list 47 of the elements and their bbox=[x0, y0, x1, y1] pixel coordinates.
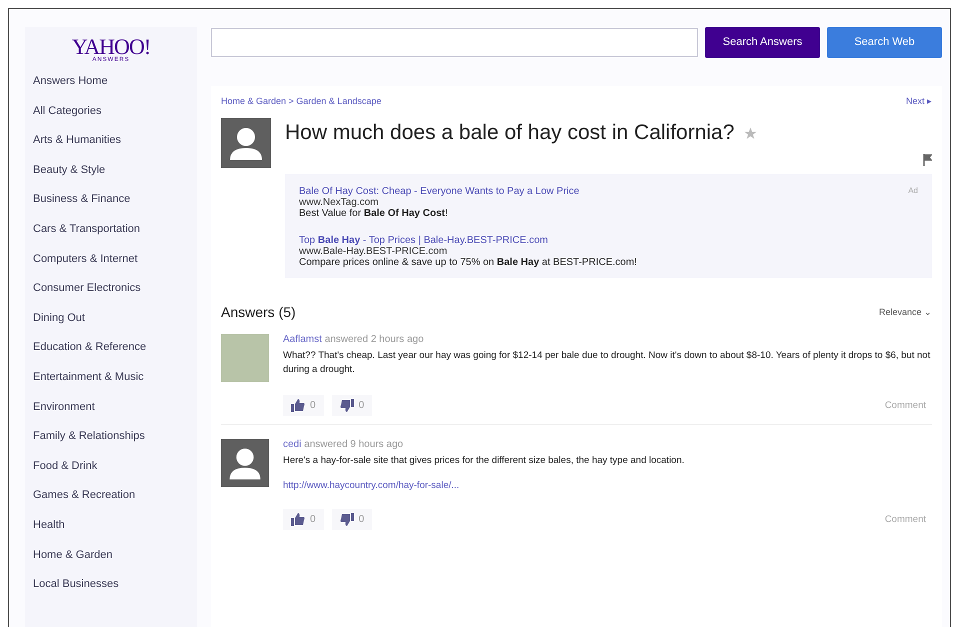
category-link[interactable]: Cars & Transportation bbox=[25, 218, 197, 249]
ad-description: Best Value for Bale Of Hay Cost! bbox=[299, 208, 449, 219]
breadcrumb-link[interactable]: Home & Garden > Garden & Landscape bbox=[221, 96, 382, 106]
answers-heading: Answers (5) bbox=[221, 304, 296, 320]
category-link[interactable]: Answers Home bbox=[25, 71, 197, 101]
category-link[interactable]: Family & Relationships bbox=[25, 426, 197, 456]
question-title: How much does a bale of hay cost in California? bbox=[285, 121, 734, 144]
sort-dropdown[interactable]: Relevance ⌄ bbox=[878, 307, 932, 317]
category-link[interactable]: All Categories bbox=[25, 100, 197, 130]
search-button[interactable]: Search Answers bbox=[705, 26, 820, 58]
ad-title-link[interactable]: Bale Of Hay Cost: Cheap - Everyone Wants to Pay a Low Price bbox=[299, 186, 637, 197]
answer-meta: cedi answered 9 hours ago bbox=[283, 439, 404, 450]
search-button[interactable]: Search Web bbox=[827, 26, 942, 58]
category-link[interactable]: Environment bbox=[25, 396, 197, 426]
star-icon[interactable] bbox=[744, 126, 758, 140]
category-link[interactable]: Dining Out bbox=[25, 308, 197, 338]
category-link[interactable]: Food & Drink bbox=[25, 456, 197, 486]
user-avatar-icon bbox=[221, 118, 271, 168]
thumbs-down-icon bbox=[340, 399, 354, 412]
flag-icon[interactable] bbox=[923, 154, 932, 166]
category-link[interactable]: Games & Recreation bbox=[25, 485, 197, 515]
answer-text: What?? That's cheap. Last year our hay was going for $12-14 per bale due to drought. Now it's down to about $8-10. Years of plenty it drops to $6, but not during a drought. bbox=[283, 349, 932, 377]
ad-url: www.NexTag.com bbox=[299, 197, 380, 208]
category-link[interactable]: Local Businesses bbox=[25, 574, 197, 604]
ad-url: www.Bale-Hay.BEST-PRICE.com bbox=[299, 246, 448, 257]
ad-description: Compare prices online & save up to 75% on Bale Hay at BEST-PRICE.com! bbox=[299, 257, 637, 268]
category-link[interactable]: Entertainment & Music bbox=[25, 366, 197, 397]
thumbs-up-icon bbox=[291, 399, 305, 412]
category-link[interactable]: Health bbox=[25, 514, 197, 544]
answer-meta: Aaflamst answered 2 hours ago bbox=[283, 334, 425, 345]
ad-label: Ad bbox=[908, 186, 918, 197]
category-link[interactable]: Education & Reference bbox=[25, 337, 197, 367]
category-link[interactable]: Computers & Internet bbox=[25, 248, 197, 278]
answer-text: Here's a hay-for-sale site that gives prices for the different size bales, the hay type and location. bbox=[283, 454, 686, 468]
category-link[interactable]: Arts & Humanities bbox=[25, 130, 197, 160]
category-link[interactable]: Consumer Electronics bbox=[25, 278, 197, 308]
thumbs-up-icon bbox=[291, 513, 305, 526]
ad-title-link[interactable]: Top Bale Hay - Top Prices | Bale-Hay.BEST-PRICE.com bbox=[299, 235, 637, 246]
user-avatar-icon bbox=[221, 439, 269, 487]
photo-placeholder bbox=[221, 334, 269, 382]
thumbs-down-icon bbox=[340, 513, 354, 526]
category-link[interactable]: Beauty & Style bbox=[25, 160, 197, 190]
category-link[interactable]: Business & Finance bbox=[25, 189, 197, 219]
search-field[interactable] bbox=[211, 28, 698, 56]
answer-link[interactable]: http://www.haycountry.com/hay-for-sale/... bbox=[283, 480, 932, 491]
category-link[interactable]: Home & Garden bbox=[25, 544, 197, 574]
next-link[interactable]: Next ▸ bbox=[906, 96, 932, 106]
